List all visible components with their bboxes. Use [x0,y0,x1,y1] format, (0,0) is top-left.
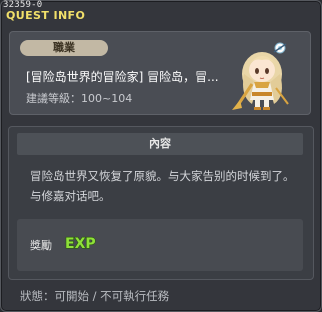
window-title[interactable]: QUEST INFO [6,9,85,22]
reward-box [17,219,303,271]
quest-name: [冒险岛世界的冒险家] 冒险岛，冒... [26,70,219,84]
quest-category-badge: 職業 [20,40,108,56]
quest-description: 冒险岛世界又恢复了原貌。与大家告别的时候到了。与修嘉对话吧。 [30,169,295,203]
content-section-title: 內容 [17,133,303,155]
exp-icon-text: EXP [65,236,96,250]
recommended-level: 建議等級：100~104 [26,92,133,105]
npc-portrait [232,42,289,110]
reward-label: 獎勵 [30,239,52,252]
exp-icon[interactable]: EXP [64,234,98,250]
quest-status: 狀態：可開始 / 不可執行任務 [20,289,170,303]
